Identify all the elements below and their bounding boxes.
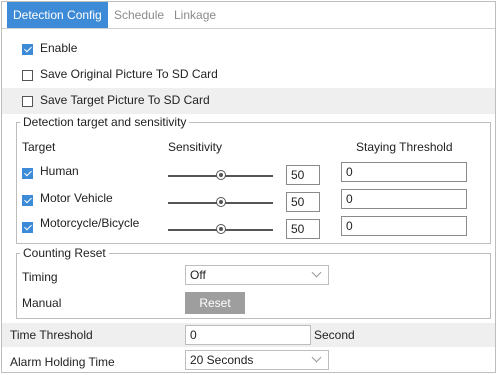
detection-config-panel: Detection Config Schedule Linkage Enable…: [1, 1, 496, 373]
timing-label: Timing: [22, 270, 58, 284]
time-threshold-label: Time Threshold: [10, 328, 93, 342]
time-threshold-row: Time Threshold 0 Second: [2, 323, 495, 347]
save-target-checkbox[interactable]: [22, 96, 33, 107]
tab-schedule[interactable]: Schedule: [114, 2, 164, 28]
counting-reset-fieldset: [16, 253, 491, 319]
motorcycle-bicycle-checkbox[interactable]: [22, 222, 33, 233]
enable-label: Enable: [40, 41, 78, 55]
alarm-holding-label: Alarm Holding Time: [10, 355, 115, 369]
alarm-holding-select[interactable]: 20 Seconds: [185, 350, 329, 370]
slider-thumb[interactable]: [216, 170, 226, 180]
human-sensitivity-slider[interactable]: [168, 170, 273, 182]
motorcycle-bicycle-sensitivity-input[interactable]: 50: [286, 219, 320, 239]
alarm-holding-value: 20 Seconds: [190, 353, 254, 367]
motorcycle-bicycle-sensitivity-slider[interactable]: [168, 224, 273, 236]
time-threshold-unit: Second: [314, 328, 355, 342]
save-original-row: Save Original Picture To SD Card: [2, 62, 495, 88]
sensitivity-header: Sensitivity: [168, 140, 223, 154]
motor-vehicle-checkbox[interactable]: [22, 195, 33, 206]
time-threshold-input[interactable]: 0: [185, 325, 311, 345]
target-header: Target: [22, 140, 56, 154]
slider-thumb[interactable]: [216, 197, 226, 207]
tab-detection-config[interactable]: Detection Config: [7, 2, 108, 28]
chevron-down-icon: [311, 267, 322, 278]
enable-row: Enable: [2, 36, 495, 62]
enable-checkbox[interactable]: [22, 44, 33, 55]
motor-vehicle-threshold-input[interactable]: 0: [341, 189, 467, 209]
motorcycle-bicycle-label: Motorcycle/Bicycle: [40, 216, 140, 230]
slider-thumb[interactable]: [216, 224, 226, 234]
motor-vehicle-label: Motor Vehicle: [40, 191, 113, 205]
human-sensitivity-input[interactable]: 50: [286, 165, 320, 185]
tab-bar: Detection Config Schedule Linkage: [2, 2, 495, 29]
human-label: Human: [40, 164, 79, 178]
motorcycle-bicycle-threshold-input[interactable]: 0: [341, 216, 467, 236]
staying-threshold-header: Staying Threshold: [356, 140, 453, 154]
save-target-row: Save Target Picture To SD Card: [2, 88, 495, 114]
detection-legend: Detection target and sensitivity: [20, 115, 190, 129]
timing-select[interactable]: Off: [185, 265, 329, 285]
human-checkbox[interactable]: [22, 168, 33, 179]
save-target-label: Save Target Picture To SD Card: [40, 93, 210, 107]
save-original-label: Save Original Picture To SD Card: [40, 67, 218, 81]
chevron-down-icon: [311, 352, 322, 363]
save-original-checkbox[interactable]: [22, 70, 33, 81]
manual-label: Manual: [22, 296, 62, 310]
timing-select-value: Off: [190, 268, 206, 282]
motor-vehicle-sensitivity-input[interactable]: 50: [286, 192, 320, 212]
tab-linkage[interactable]: Linkage: [174, 2, 216, 28]
reset-button[interactable]: Reset: [185, 292, 245, 314]
motor-vehicle-sensitivity-slider[interactable]: [168, 197, 273, 209]
human-threshold-input[interactable]: 0: [341, 162, 467, 182]
counting-reset-legend: Counting Reset: [20, 246, 109, 260]
